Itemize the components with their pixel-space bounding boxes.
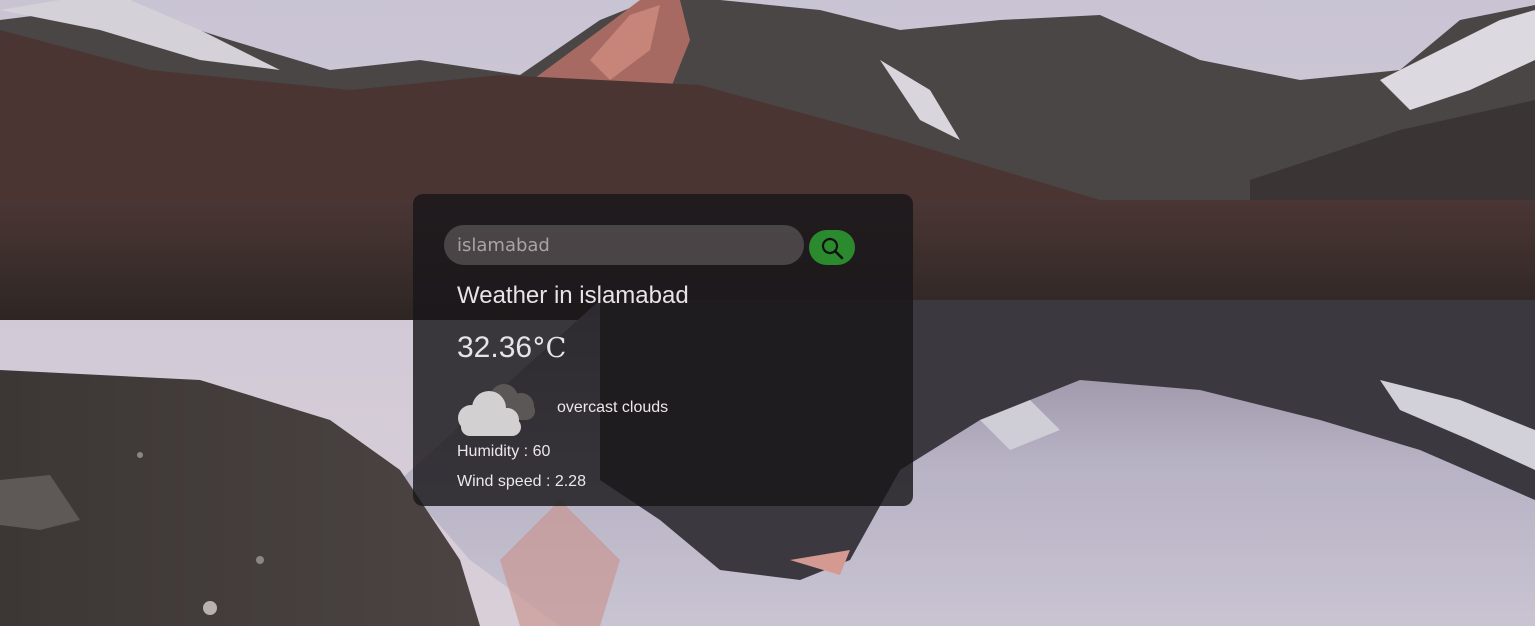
temperature-display: 32.36°C — [457, 331, 566, 365]
humidity-text: Humidity : 60 — [457, 443, 551, 460]
wind-speed-text: Wind speed : 2.28 — [457, 473, 586, 490]
search-icon — [821, 237, 844, 259]
search-button[interactable] — [809, 230, 855, 265]
weather-description: overcast clouds — [557, 399, 669, 416]
temperature-unit: °C — [532, 333, 567, 364]
weather-title: Weather in islamabad — [457, 282, 689, 309]
weather-card: Weather in islamabad 32.36°C overcast cl… — [413, 194, 913, 506]
city-search-input[interactable] — [444, 225, 804, 265]
cloud-icon — [449, 380, 541, 445]
temperature-value: 32.36 — [457, 331, 533, 364]
